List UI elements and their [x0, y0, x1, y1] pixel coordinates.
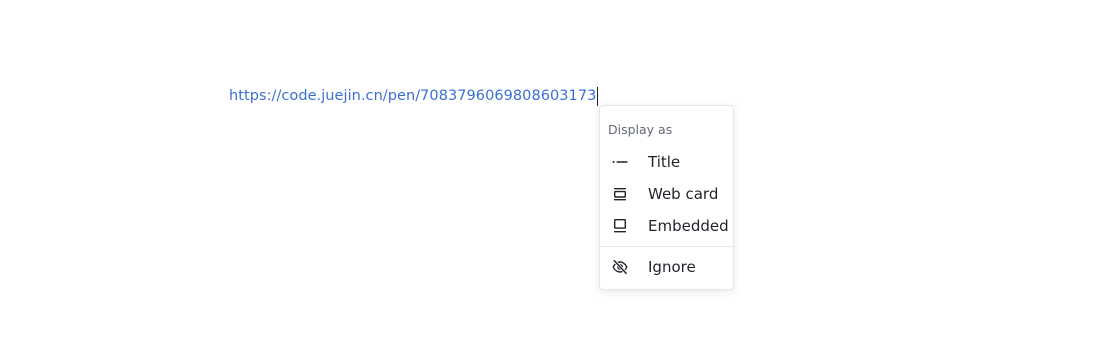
embedded-icon — [612, 218, 628, 234]
menu-item-ignore[interactable]: Ignore — [600, 252, 733, 282]
display-as-menu: Display as Title Web card Embedded Ignor… — [599, 105, 734, 290]
menu-item-label: Ignore — [648, 258, 696, 276]
title-icon — [612, 154, 628, 170]
menu-item-label: Web card — [648, 185, 719, 203]
editor-line: https://code.juejin.cn/pen/7083796069808… — [229, 86, 599, 106]
menu-item-label: Title — [648, 153, 681, 171]
text-cursor — [597, 86, 599, 106]
web-card-icon — [612, 186, 628, 202]
menu-item-title[interactable]: Title — [600, 147, 733, 177]
menu-divider — [600, 246, 733, 247]
menu-header: Display as — [608, 122, 673, 137]
menu-item-embedded[interactable]: Embedded — [600, 211, 733, 241]
eye-off-icon — [612, 259, 628, 275]
editor-page: https://code.juejin.cn/pen/7083796069808… — [0, 0, 1109, 343]
menu-item-label: Embedded — [648, 217, 729, 235]
menu-item-web-card[interactable]: Web card — [600, 179, 733, 209]
pasted-url-link[interactable]: https://code.juejin.cn/pen/7083796069808… — [229, 86, 596, 106]
